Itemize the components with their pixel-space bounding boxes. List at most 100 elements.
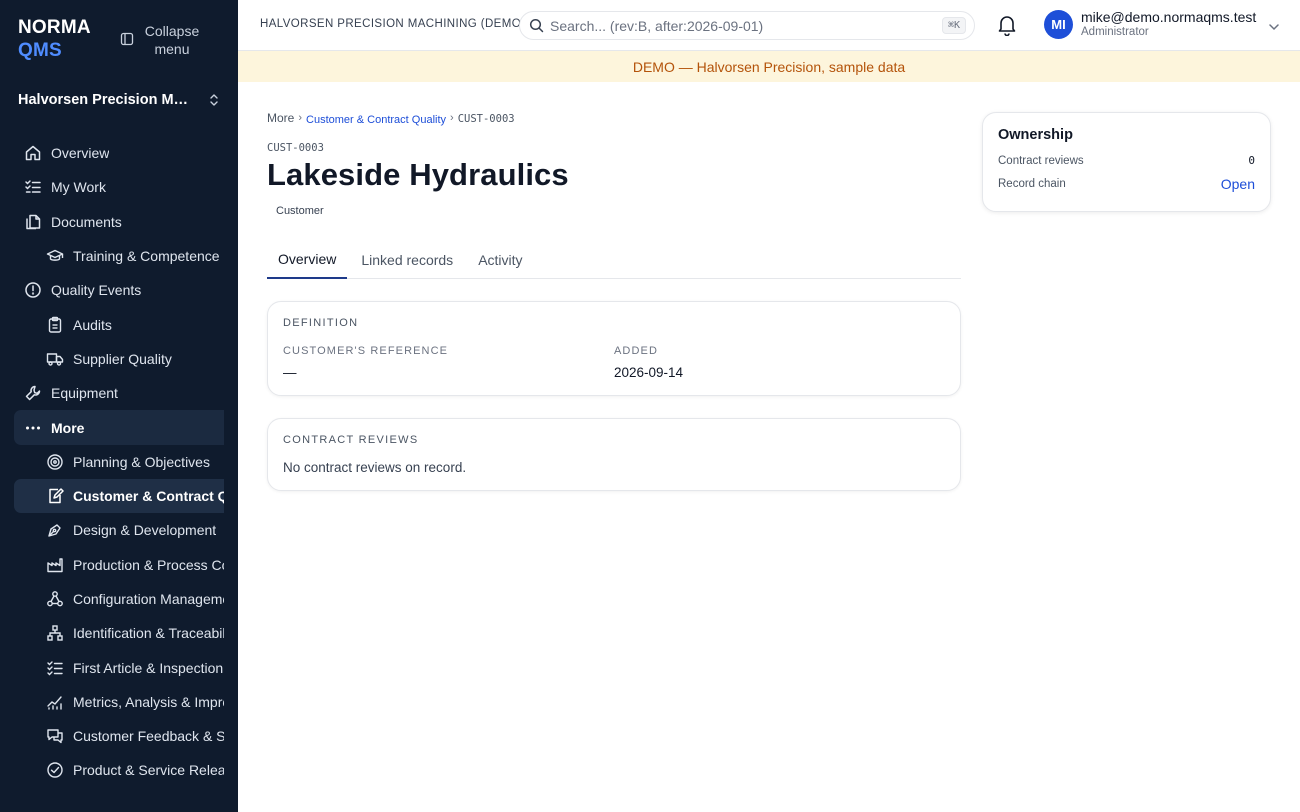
record-type-badge: Customer (269, 203, 331, 219)
sidebar-item-audits[interactable]: Audits (14, 307, 224, 341)
ownership-panel: Ownership Contract reviews 0 Record chai… (982, 112, 1271, 212)
check-circle-icon (46, 761, 64, 779)
sidebar-item-label: Training & Competence (73, 248, 220, 265)
sidebar-item-my-work[interactable]: My Work (14, 170, 224, 204)
sidebar-item-label: Documents (51, 213, 122, 230)
sidebar-item-product-service-release[interactable]: Product & Service Release (14, 753, 224, 787)
definition-heading: DEFINITION (283, 317, 359, 329)
breadcrumb-current: CUST-0003 (457, 113, 515, 125)
search-shortcut-badge: ⌘K (941, 17, 966, 34)
ellipsis-icon (24, 419, 42, 437)
sidebar-item-metrics-analysis[interactable]: Metrics, Analysis & Improvement (14, 685, 224, 719)
breadcrumb-section-link[interactable]: Customer & Contract Quality (306, 114, 446, 126)
added-field: ADDED 2026-09-14 (614, 345, 945, 380)
sidebar-item-label: Product & Service Release (73, 762, 224, 779)
documents-icon (24, 213, 42, 231)
sidebar-item-planning-objectives[interactable]: Planning & Objectives (14, 445, 224, 479)
field-value: — (283, 365, 297, 380)
brand-logo[interactable]: NORMA QMS (18, 16, 91, 62)
org-name: Halvorsen Precision Machi... (18, 92, 194, 108)
collapse-menu-label: Collapse menu (144, 23, 200, 57)
sidebar-item-label: Customer & Contract Quality (73, 488, 224, 505)
sidebar-item-supplier-quality[interactable]: Supplier Quality (14, 342, 224, 376)
ownership-title: Ownership (998, 127, 1073, 143)
user-menu[interactable]: MI mike@demo.normaqms.test Administrator (1044, 10, 1280, 39)
sidebar-item-customer-contract-quality[interactable]: Customer & Contract Quality (14, 478, 224, 514)
tab-bar: Overview Linked records Activity (267, 241, 961, 279)
sidebar-item-label: Configuration Management (73, 591, 224, 607)
sidebar-item-production-process[interactable]: Production & Process Control (14, 548, 224, 582)
customer-reference-field: CUSTOMER'S REFERENCE — (283, 345, 614, 380)
breadcrumb: More › Customer & Contract Quality › CUS… (267, 110, 961, 126)
contract-reviews-count-row: Contract reviews 0 (998, 154, 1255, 167)
sidebar-item-label: More (51, 419, 85, 436)
sidebar-item-customer-feedback[interactable]: Customer Feedback & Satisfaction (14, 719, 224, 753)
bell-icon (998, 16, 1016, 37)
chart-icon (46, 693, 64, 711)
sidebar-item-label: Audits (73, 316, 112, 333)
search-input[interactable] (550, 17, 930, 34)
user-role: Administrator (1081, 26, 1149, 38)
row-label: Contract reviews (998, 154, 1084, 167)
hierarchy-icon (46, 624, 64, 642)
sidebar-item-label: Metrics, Analysis & Improvement (73, 693, 224, 710)
org-switcher[interactable]: Halvorsen Precision Machi... (18, 92, 220, 108)
sidebar-item-label: My Work (51, 179, 106, 196)
sidebar-item-quality-events[interactable]: Quality Events (14, 273, 224, 307)
alert-circle-icon (24, 281, 42, 299)
field-value: 2026-09-14 (614, 365, 684, 380)
pen-tool-icon (46, 521, 64, 539)
sidebar-item-label: Production & Process Control (73, 556, 224, 573)
sidebar-item-configuration-management[interactable]: Configuration Management (14, 582, 224, 616)
sidebar-item-label: Quality Events (51, 282, 142, 299)
sidebar-item-overview[interactable]: Overview (14, 136, 224, 170)
breadcrumb-root[interactable]: More (267, 111, 294, 125)
org-label: HALVORSEN PRECISION MACHINING (DEMO) (260, 18, 526, 30)
sidebar-item-label: Overview (51, 145, 110, 162)
chevron-right-icon: › (298, 112, 303, 124)
contract-reviews-heading: CONTRACT REVIEWS (283, 434, 419, 446)
global-search[interactable]: ⌘K (519, 11, 975, 40)
wrench-icon (24, 384, 42, 402)
user-email: mike@demo.normaqms.test (1081, 9, 1257, 25)
chevron-up-down-icon (210, 94, 218, 106)
sidebar-item-design-development[interactable]: Design & Development (14, 513, 224, 547)
sidebar-item-label: Planning & Objectives (73, 453, 210, 470)
sidebar: NORMA QMS Collapse menu Halvorsen Precis… (0, 0, 238, 812)
truck-icon (46, 350, 64, 368)
contract-reviews-card: CONTRACT REVIEWS No contract reviews on … (267, 418, 961, 491)
sidebar-item-equipment[interactable]: Equipment (14, 376, 224, 410)
tab-activity[interactable]: Activity (467, 241, 533, 279)
sidebar-item-identification-traceability[interactable]: Identification & Traceability (14, 616, 224, 650)
sidebar-item-training-competence[interactable]: Training & Competence (14, 239, 224, 273)
field-label: ADDED (614, 345, 659, 357)
tab-linked-records[interactable]: Linked records (350, 241, 464, 279)
clipboard-icon (46, 316, 64, 334)
avatar: MI (1044, 10, 1073, 39)
chevron-down-icon (1269, 23, 1280, 30)
record-code: CUST-0003 (267, 142, 324, 154)
definition-card: DEFINITION CUSTOMER'S REFERENCE — ADDED … (267, 301, 961, 396)
sidebar-item-label: Identification & Traceability (73, 625, 224, 642)
checklist-icon (24, 178, 42, 196)
notifications-button[interactable] (997, 14, 1017, 41)
open-record-chain-link[interactable]: Open (1221, 176, 1255, 192)
sidebar-item-label: First Article & Inspection Records (73, 659, 224, 676)
record-detail: More › Customer & Contract Quality › CUS… (267, 110, 961, 491)
page-title: Lakeside Hydraulics (267, 157, 569, 192)
chevron-right-icon: › (450, 112, 454, 124)
sidebar-item-more[interactable]: More (14, 410, 224, 445)
topbar: HALVORSEN PRECISION MACHINING (DEMO) ⌘K … (238, 0, 1300, 51)
tab-overview[interactable]: Overview (267, 241, 348, 279)
sidebar-toggle-icon (120, 32, 134, 46)
target-icon (46, 453, 64, 471)
file-signature-icon (46, 487, 64, 505)
sidebar-nav: Overview My Work Documents Training & Co… (14, 136, 224, 788)
sidebar-item-label: Supplier Quality (73, 350, 172, 367)
field-label: CUSTOMER'S REFERENCE (283, 345, 449, 357)
collapse-menu-button[interactable]: Collapse menu (120, 22, 202, 58)
sidebar-item-documents[interactable]: Documents (14, 205, 224, 239)
sidebar-item-first-article-inspection[interactable]: First Article & Inspection Records (14, 650, 224, 684)
home-icon (24, 144, 42, 162)
list-check-icon (46, 659, 64, 677)
